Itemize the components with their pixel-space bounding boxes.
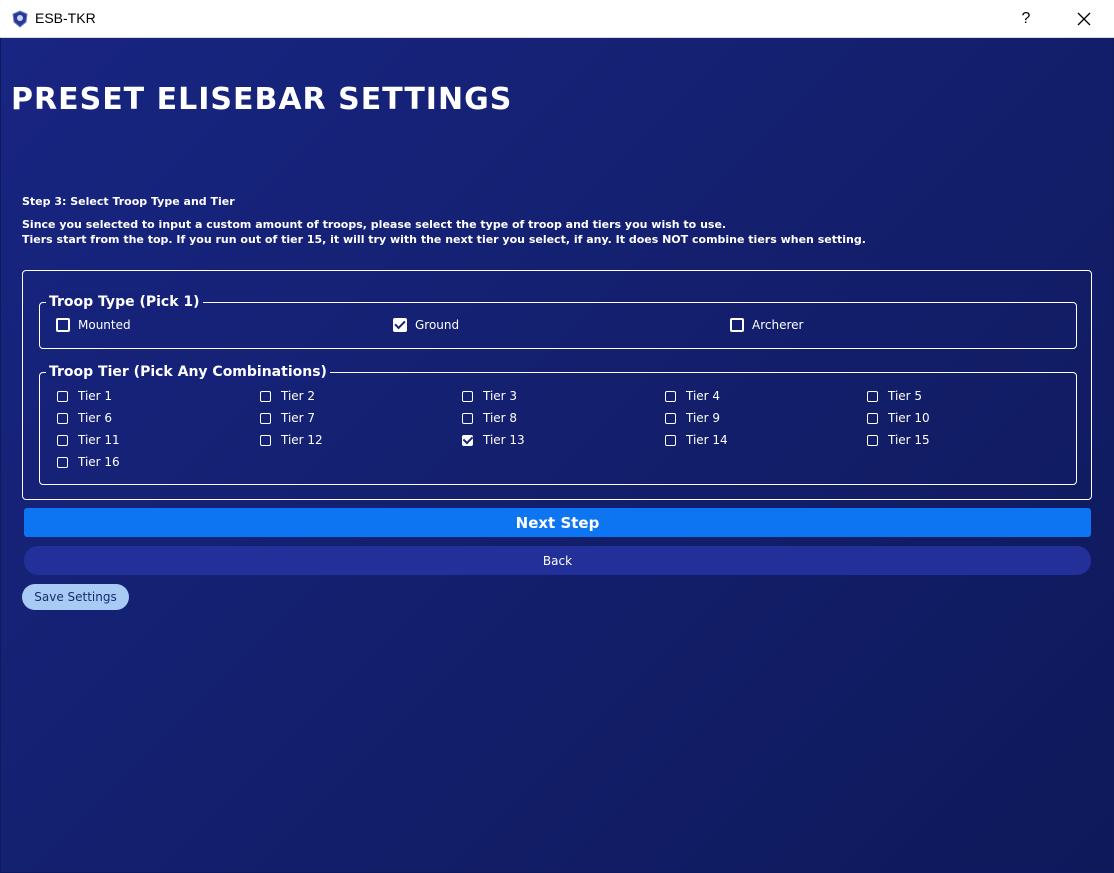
- troop-type-ground-checkbox[interactable]: Ground: [393, 318, 459, 332]
- page-title: PRESET ELISEBAR SETTINGS: [11, 82, 513, 117]
- checkbox-label: Ground: [415, 318, 460, 332]
- tier-16-checkbox[interactable]: Tier 16: [57, 455, 120, 469]
- description-line: Since you selected to input a custom amo…: [22, 218, 727, 231]
- checkbox-label: Tier 9: [686, 411, 721, 425]
- checkbox-box[interactable]: [867, 434, 878, 446]
- checkbox-label: Archerer: [752, 318, 804, 332]
- tier-13-checkbox[interactable]: Tier 13: [462, 433, 525, 447]
- checkbox-box[interactable]: [57, 390, 68, 402]
- checkbox-box[interactable]: [665, 390, 676, 402]
- checkbox-box[interactable]: [393, 318, 407, 332]
- tier-10-checkbox[interactable]: Tier 10: [867, 411, 930, 425]
- help-button[interactable]: ?: [1008, 0, 1044, 38]
- troop-type-mounted-checkbox[interactable]: Mounted: [56, 318, 131, 332]
- checkbox-box[interactable]: [56, 318, 70, 332]
- tier-11-checkbox[interactable]: Tier 11: [57, 433, 120, 447]
- checkbox-label: Tier 3: [483, 389, 518, 403]
- troop-type-group: Troop Type (Pick 1) Mounted Ground Arche…: [39, 293, 1077, 349]
- close-icon: [1077, 12, 1091, 26]
- step-description: Since you selected to input a custom amo…: [22, 217, 866, 247]
- checkbox-box[interactable]: [462, 390, 473, 402]
- window-titlebar: ESB-TKR ?: [0, 0, 1114, 38]
- checkbox-label: Tier 14: [686, 433, 728, 447]
- description-line: Tiers start from the top. If you run out…: [22, 233, 866, 246]
- troop-tier-group: Troop Tier (Pick Any Combinations) Tier …: [39, 363, 1077, 485]
- checkbox-label: Mounted: [78, 318, 131, 332]
- save-settings-button[interactable]: Save Settings: [22, 584, 129, 610]
- step-title: Step 3: Select Troop Type and Tier: [22, 195, 235, 208]
- checkbox-box[interactable]: [260, 412, 271, 424]
- tier-9-checkbox[interactable]: Tier 9: [665, 411, 720, 425]
- checkbox-box[interactable]: [57, 434, 68, 446]
- checkbox-label: Tier 10: [888, 411, 930, 425]
- checkbox-label: Tier 11: [78, 433, 120, 447]
- settings-frame: Troop Type (Pick 1) Mounted Ground Arche…: [22, 270, 1092, 500]
- checkbox-box[interactable]: [57, 456, 68, 468]
- checkbox-label: Tier 6: [78, 411, 113, 425]
- checkbox-label: Tier 2: [281, 389, 316, 403]
- main-content: PRESET ELISEBAR SETTINGS Step 3: Select …: [1, 38, 1113, 872]
- checkbox-label: Tier 8: [483, 411, 518, 425]
- tier-7-checkbox[interactable]: Tier 7: [260, 411, 315, 425]
- checkbox-label: Tier 12: [281, 433, 323, 447]
- checkbox-box[interactable]: [57, 412, 68, 424]
- checkbox-box[interactable]: [867, 390, 878, 402]
- troop-tier-legend: Troop Tier (Pick Any Combinations): [46, 363, 330, 381]
- window-title: ESB-TKR: [35, 10, 96, 26]
- close-button[interactable]: [1064, 0, 1104, 38]
- tier-15-checkbox[interactable]: Tier 15: [867, 433, 930, 447]
- tier-1-checkbox[interactable]: Tier 1: [57, 389, 112, 403]
- checkbox-box[interactable]: [665, 434, 676, 446]
- checkbox-box[interactable]: [260, 434, 271, 446]
- checkbox-label: Tier 13: [483, 433, 525, 447]
- checkbox-box[interactable]: [462, 434, 473, 446]
- next-step-button[interactable]: Next Step: [24, 508, 1091, 537]
- tier-2-checkbox[interactable]: Tier 2: [260, 389, 315, 403]
- tier-12-checkbox[interactable]: Tier 12: [260, 433, 323, 447]
- checkbox-label: Tier 4: [686, 389, 721, 403]
- checkbox-box[interactable]: [462, 412, 473, 424]
- app-logo-icon: [12, 10, 28, 28]
- tier-8-checkbox[interactable]: Tier 8: [462, 411, 517, 425]
- troop-type-legend: Troop Type (Pick 1): [46, 293, 203, 311]
- tier-5-checkbox[interactable]: Tier 5: [867, 389, 922, 403]
- tier-3-checkbox[interactable]: Tier 3: [462, 389, 517, 403]
- tier-4-checkbox[interactable]: Tier 4: [665, 389, 720, 403]
- checkbox-box[interactable]: [730, 318, 744, 332]
- tier-6-checkbox[interactable]: Tier 6: [57, 411, 112, 425]
- checkbox-label: Tier 5: [888, 389, 923, 403]
- tier-14-checkbox[interactable]: Tier 14: [665, 433, 728, 447]
- troop-type-archerer-checkbox[interactable]: Archerer: [730, 318, 803, 332]
- checkbox-label: Tier 16: [78, 455, 120, 469]
- checkbox-box[interactable]: [260, 390, 271, 402]
- back-button[interactable]: Back: [24, 546, 1091, 575]
- checkbox-box[interactable]: [665, 412, 676, 424]
- checkbox-label: Tier 15: [888, 433, 930, 447]
- checkbox-label: Tier 7: [281, 411, 316, 425]
- checkbox-box[interactable]: [867, 412, 878, 424]
- checkbox-label: Tier 1: [78, 389, 113, 403]
